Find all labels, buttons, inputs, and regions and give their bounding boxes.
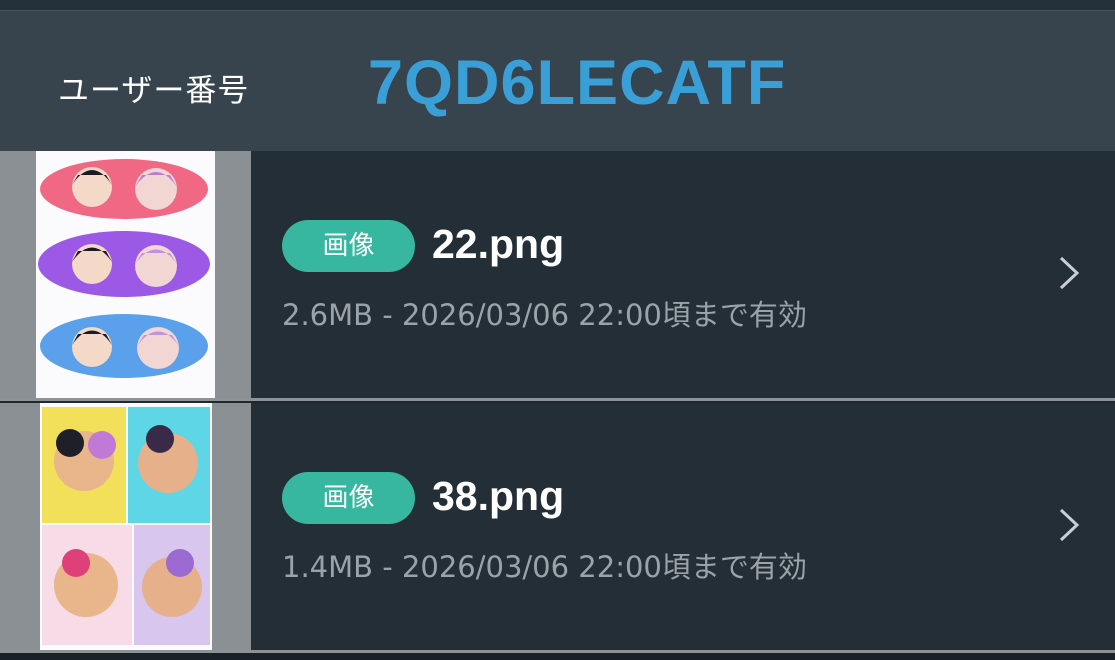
user-number-label: ユーザー番号: [58, 73, 250, 109]
bottom-bar: [0, 653, 1115, 660]
file-name: 22.png: [432, 221, 565, 267]
file-thumbnail: [36, 151, 215, 398]
chevron-right-icon[interactable]: [1058, 255, 1080, 291]
image-type-badge: 画像: [282, 472, 415, 524]
image-type-badge: 画像: [282, 220, 415, 272]
file-list-item[interactable]: 画像 38.png 1.4MB - 2026/03/06 22:00頃まで有効: [0, 403, 1115, 650]
file-meta: 2.6MB - 2026/03/06 22:00頃まで有効: [282, 298, 807, 332]
chevron-right-icon[interactable]: [1058, 507, 1080, 543]
user-number-value: 7QD6LECATF: [368, 48, 787, 118]
file-list-item[interactable]: 画像 22.png 2.6MB - 2026/03/06 22:00頃まで有効: [0, 151, 1115, 398]
file-name: 38.png: [432, 473, 565, 519]
top-bar: [0, 0, 1115, 11]
user-header: ユーザー番号 7QD6LECATF: [0, 11, 1115, 151]
row-divider: [0, 398, 1115, 401]
file-meta: 1.4MB - 2026/03/06 22:00頃まで有効: [282, 550, 807, 584]
file-thumbnail: [40, 403, 212, 650]
